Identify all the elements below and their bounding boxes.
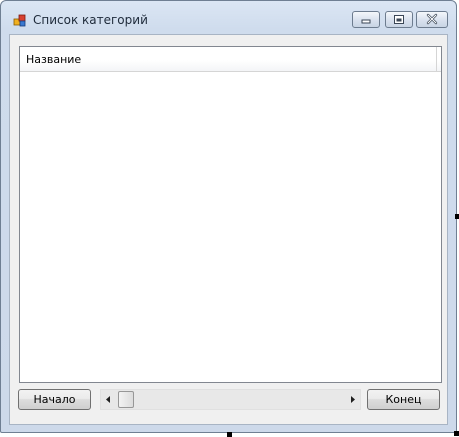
arrow-right-icon (351, 396, 355, 403)
scroll-right-button[interactable] (344, 390, 360, 409)
resize-handle-right[interactable] (455, 214, 459, 219)
column-header-label: Название (26, 53, 82, 66)
window-title: Список категорий (33, 13, 148, 27)
close-icon (426, 13, 438, 25)
scroll-thumb[interactable] (118, 391, 134, 408)
client-area: Название Начало Конец (9, 34, 448, 425)
navigation-scrollbar[interactable] (100, 389, 361, 410)
main-window: Список категорий Название Начало Конец (0, 0, 457, 433)
arrow-left-icon (106, 396, 110, 403)
minimize-icon (361, 19, 371, 24)
end-button[interactable]: Конец (367, 389, 440, 410)
resize-handle-bottom[interactable] (227, 432, 232, 437)
scroll-left-button[interactable] (101, 390, 117, 409)
list-header: Название (20, 47, 441, 72)
title-bar[interactable]: Список категорий (1, 1, 456, 33)
column-header-name[interactable]: Название (20, 47, 437, 71)
resize-handle-corner[interactable] (454, 431, 459, 436)
maximize-icon (394, 15, 404, 24)
maximize-button[interactable] (385, 11, 413, 28)
app-categories-icon (13, 13, 27, 27)
close-button[interactable] (416, 11, 448, 28)
minimize-button[interactable] (352, 11, 380, 28)
categories-list[interactable]: Название (19, 46, 442, 383)
start-button[interactable]: Начало (18, 389, 91, 410)
